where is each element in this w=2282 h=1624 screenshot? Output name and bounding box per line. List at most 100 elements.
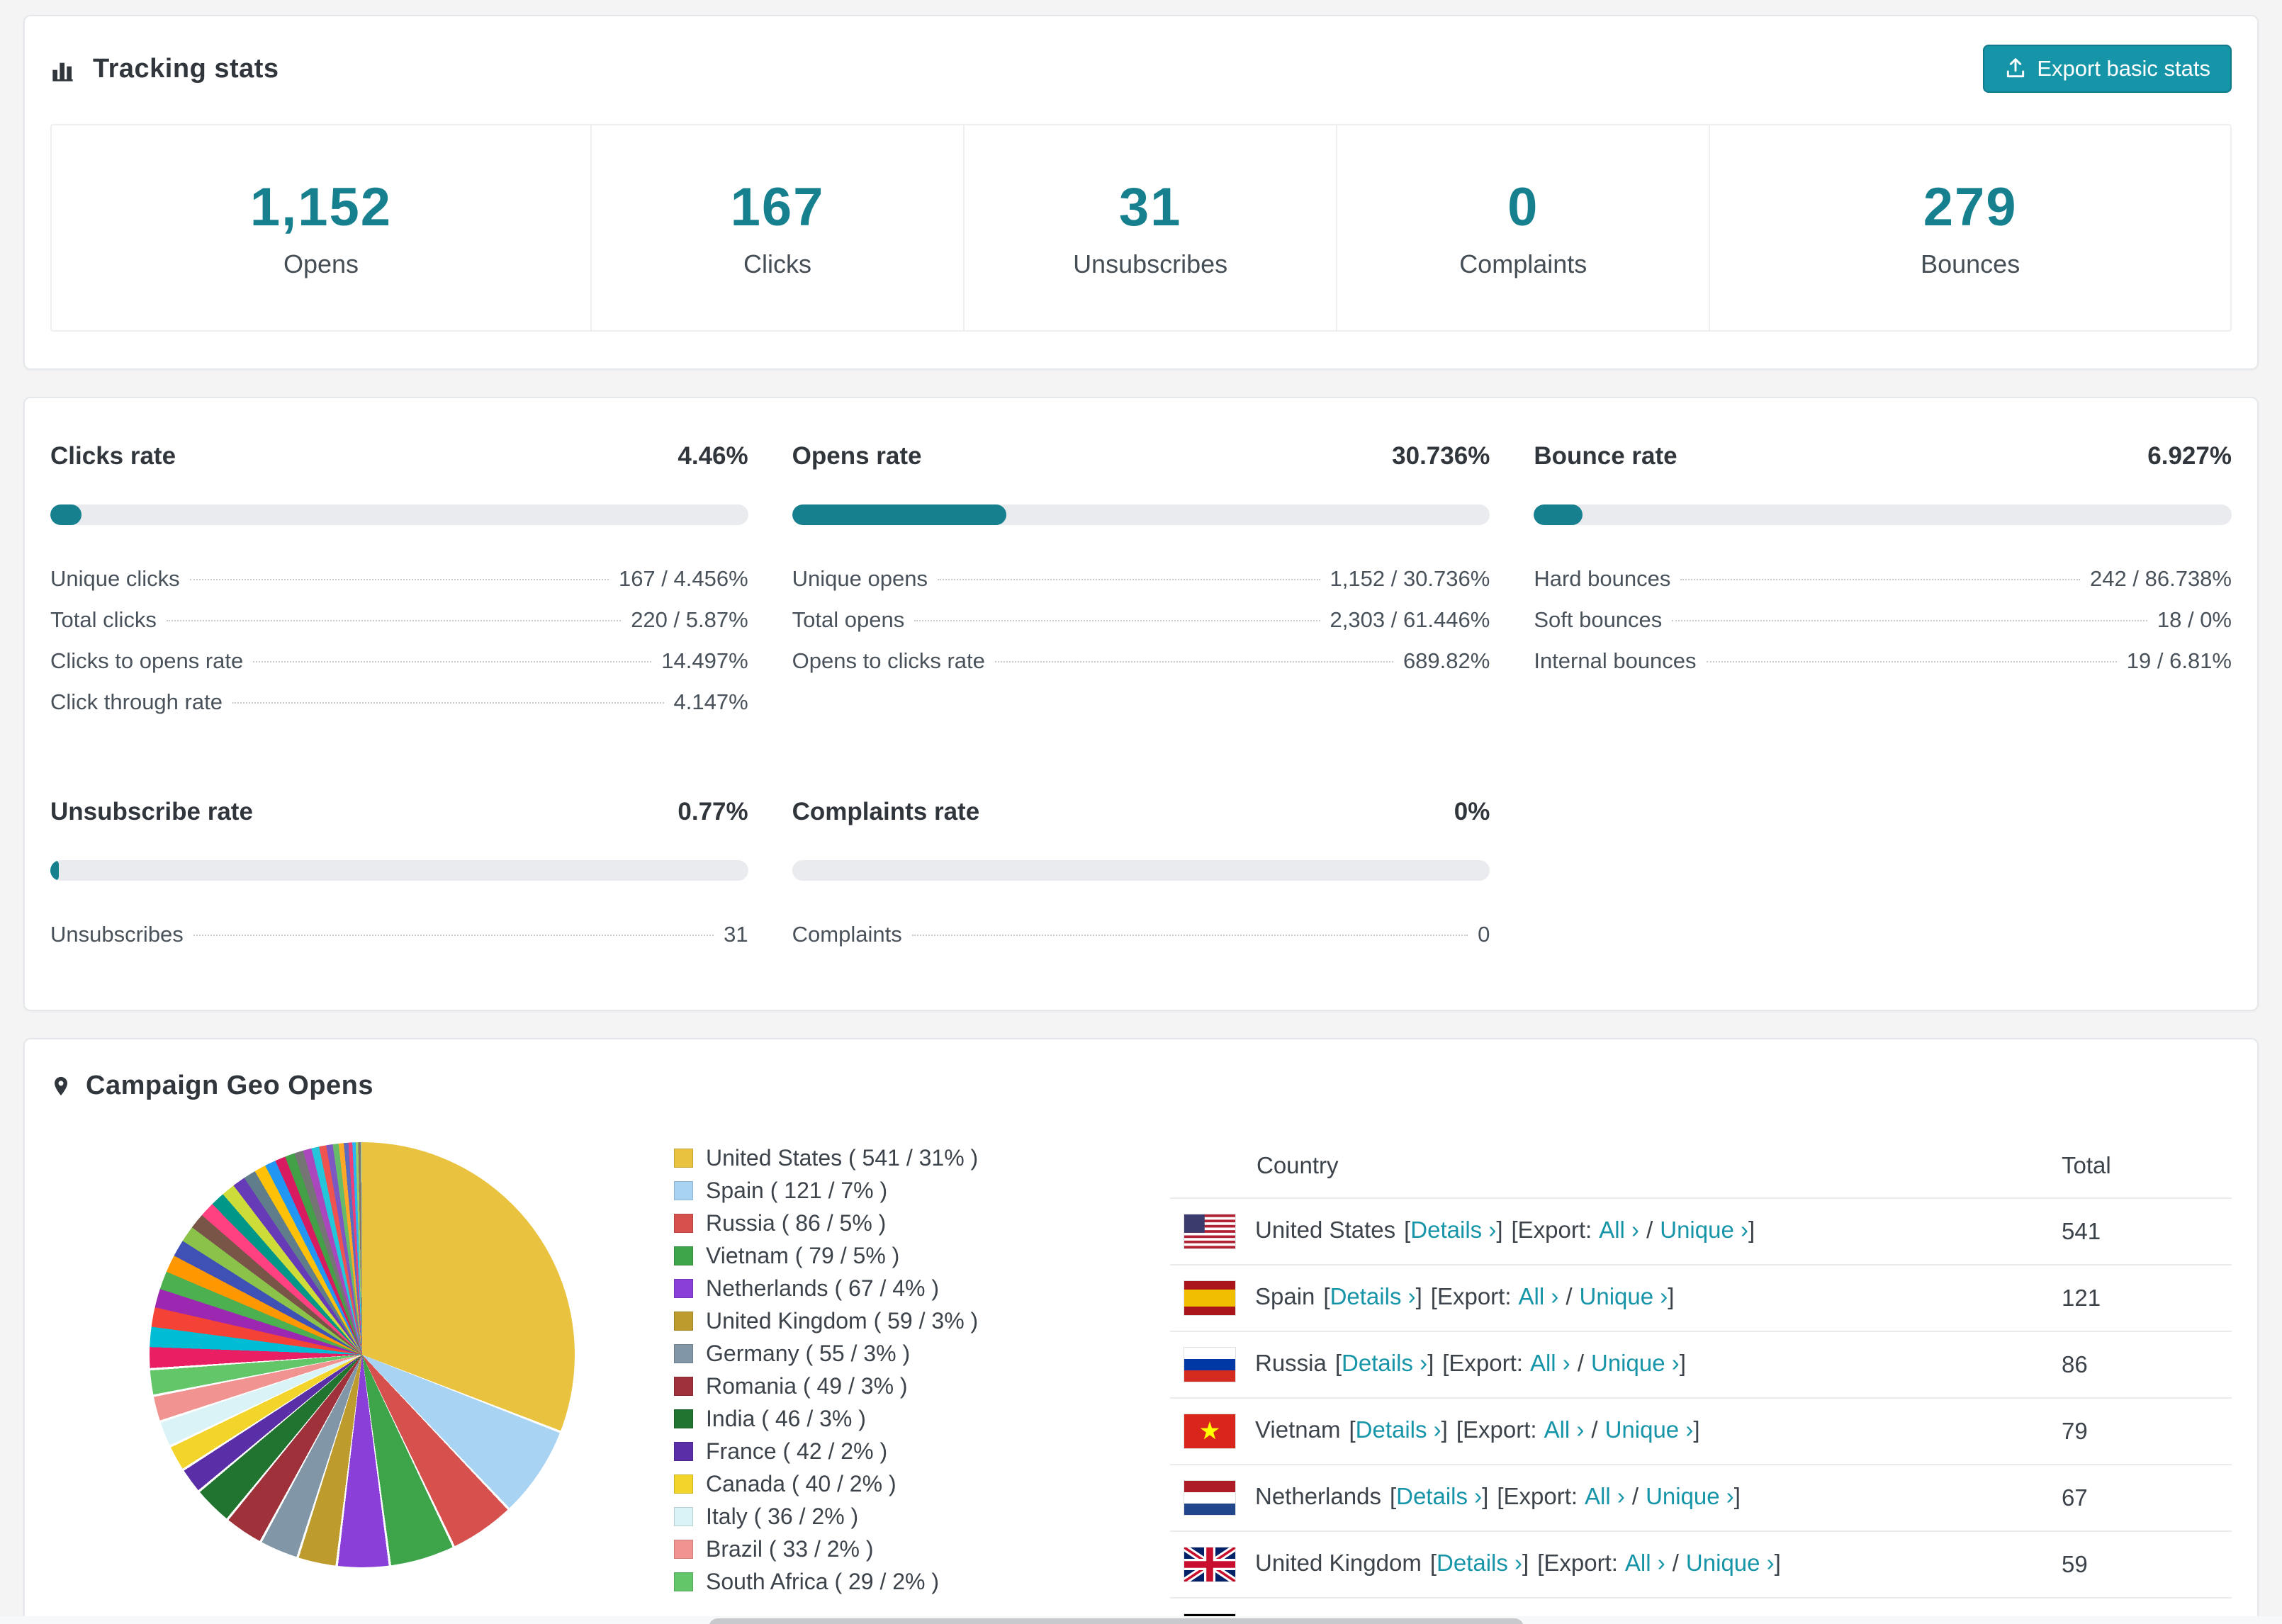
es-flag-icon xyxy=(1184,1281,1235,1315)
table-row-united-kingdom: United Kingdom [Details ›] [Export: All › / U… xyxy=(1170,1531,2232,1598)
rate-row-value: 18 / 0% xyxy=(2157,607,2232,632)
rate-title: Opens rate xyxy=(792,442,922,470)
table-row-russia: Russia [Details ›] [Export: All › / Unique ›]… xyxy=(1170,1331,2232,1399)
bracket-close: ] xyxy=(1668,1282,1675,1309)
bracket-close: ] xyxy=(1427,1349,1434,1376)
horizontal-scrollbar-thumb[interactable] xyxy=(709,1618,1524,1624)
legend-label: South Africa ( 29 / 2% ) xyxy=(706,1569,940,1594)
rate-row-hard-bounces: Hard bounces 242 / 86.738% xyxy=(1534,566,2232,607)
legend-label: France ( 42 / 2% ) xyxy=(706,1438,888,1464)
rate-row-value: 4.147% xyxy=(673,689,748,714)
stat-value: 31 xyxy=(1118,177,1182,237)
tracking-stats-title: Tracking stats xyxy=(93,53,279,84)
bracket-close: ] xyxy=(1774,1549,1781,1576)
rate-percent: 30.736% xyxy=(1392,442,1490,470)
rate-row-value: 167 / 4.456% xyxy=(618,566,748,591)
stat-value: 279 xyxy=(1923,177,2018,237)
country-name: United States xyxy=(1255,1216,1396,1243)
export-unique-link[interactable]: Unique › xyxy=(1646,1483,1734,1509)
details-link[interactable]: Details › xyxy=(1330,1283,1416,1309)
export-all-link[interactable]: All › xyxy=(1519,1283,1559,1309)
bracket-open: [ xyxy=(1404,1216,1411,1243)
details-link[interactable]: Details › xyxy=(1410,1217,1496,1243)
export-unique-link[interactable]: Unique › xyxy=(1591,1350,1680,1376)
rate-row-value: 1,152 / 30.736% xyxy=(1330,566,1490,591)
progress-bar-fill xyxy=(50,504,82,525)
details-link-group: [Details ›] xyxy=(1323,1283,1422,1309)
details-link[interactable]: Details › xyxy=(1396,1483,1482,1509)
rate-percent: 6.927% xyxy=(2147,442,2232,470)
export-all-link[interactable]: All › xyxy=(1599,1217,1639,1243)
rate-title: Clicks rate xyxy=(50,442,176,470)
export-all-link[interactable]: All › xyxy=(1585,1483,1625,1509)
rate-row-soft-bounces: Soft bounces 18 / 0% xyxy=(1534,607,2232,648)
gb-flag-icon xyxy=(1184,1547,1235,1581)
rate-percent: 0.77% xyxy=(678,798,748,825)
export-links-group: [Export: All › / Unique ›] xyxy=(1431,1283,1675,1309)
stat-bounces: 279 Bounces xyxy=(1709,125,2230,330)
map-pin-icon xyxy=(50,1071,72,1101)
bracket-open: [ xyxy=(1334,1349,1342,1376)
horizontal-scrollbar-track[interactable] xyxy=(0,1616,2282,1624)
legend-item-india: India ( 46 / 3% ) xyxy=(674,1406,1170,1432)
geo-table: Country Total United States [Details ›] [E… xyxy=(1170,1134,2232,1624)
rate-row-value: 689.82% xyxy=(1403,648,1490,673)
slash-separator: / xyxy=(1566,1282,1573,1309)
legend-label: Italy ( 36 / 2% ) xyxy=(706,1504,859,1529)
progress-bar-fill xyxy=(50,860,59,881)
legend-swatch xyxy=(674,1181,693,1200)
stat-clicks: 167 Clicks xyxy=(590,125,963,330)
export-all-link[interactable]: All › xyxy=(1544,1416,1585,1443)
rate-row-opens-to-clicks-rate: Opens to clicks rate 689.82% xyxy=(792,648,1490,689)
rate-section-bounce-rate: Bounce rate 6.927% Hard bounces 242 / 86.73… xyxy=(1534,442,2232,731)
bracket-close: ] xyxy=(1415,1282,1422,1309)
export-links-group: [Export: All › / Unique ›] xyxy=(1442,1350,1686,1376)
export-all-link[interactable]: All › xyxy=(1625,1550,1665,1576)
rate-row-click-through-rate: Click through rate 4.147% xyxy=(50,689,748,731)
details-link-group: [Details ›] xyxy=(1335,1350,1434,1376)
export-prefix: [Export: xyxy=(1511,1216,1592,1243)
total-cell: 121 xyxy=(2062,1265,2232,1332)
geo-pie-wrap xyxy=(50,1134,674,1624)
rate-section-header: Clicks rate 4.46% xyxy=(50,442,748,470)
legend-item-germany: Germany ( 55 / 3% ) xyxy=(674,1341,1170,1367)
rate-title: Complaints rate xyxy=(792,798,980,825)
export-unique-link[interactable]: Unique › xyxy=(1660,1217,1748,1243)
export-unique-link[interactable]: Unique › xyxy=(1686,1550,1775,1576)
rate-row-internal-bounces: Internal bounces 19 / 6.81% xyxy=(1534,648,2232,689)
export-all-link[interactable]: All › xyxy=(1530,1350,1570,1376)
stat-label: Clicks xyxy=(743,249,811,278)
export-unique-link[interactable]: Unique › xyxy=(1605,1416,1694,1443)
rate-row-unsubscribes: Unsubscribes 31 xyxy=(50,922,748,963)
details-link[interactable]: Details › xyxy=(1342,1350,1427,1376)
country-name: Russia xyxy=(1255,1349,1327,1376)
dotted-leader xyxy=(994,661,1393,662)
bracket-open: [ xyxy=(1323,1282,1330,1309)
details-link[interactable]: Details › xyxy=(1356,1416,1441,1443)
dotted-leader xyxy=(189,579,609,580)
rate-row-value: 14.497% xyxy=(661,648,748,673)
tracking-stats-header-left: Tracking stats xyxy=(50,54,279,84)
rate-row-value: 242 / 86.738% xyxy=(2090,566,2232,591)
country-cell: Netherlands [Details ›] [Export: All › / Uniq… xyxy=(1170,1465,2062,1532)
dotted-leader xyxy=(193,935,714,936)
rate-row-total-opens: Total opens 2,303 / 61.446% xyxy=(792,607,1490,648)
geo-body: United States ( 541 / 31% ) Spain ( 121 /… xyxy=(50,1134,2232,1624)
geo-opens-pie-chart[interactable] xyxy=(150,1142,575,1567)
stat-label: Opens xyxy=(283,249,359,278)
bracket-close: ] xyxy=(1748,1216,1755,1243)
rate-row-label: Unique clicks xyxy=(50,566,180,591)
progress-bar xyxy=(792,860,1490,881)
rate-percent: 4.46% xyxy=(678,442,748,470)
details-link[interactable]: Details › xyxy=(1437,1550,1522,1576)
rate-row-label: Complaints xyxy=(792,922,902,947)
legend-swatch xyxy=(674,1344,693,1363)
rate-section-opens-rate: Opens rate 30.736% Unique opens 1,152 / 30.… xyxy=(792,442,1490,731)
export-basic-stats-button[interactable]: Export basic stats xyxy=(1983,45,2232,93)
bracket-open: [ xyxy=(1349,1416,1356,1443)
slash-separator: / xyxy=(1646,1216,1653,1243)
geo-legend: United States ( 541 / 31% ) Spain ( 121 /… xyxy=(674,1134,1170,1624)
dotted-leader xyxy=(253,661,652,662)
export-unique-link[interactable]: Unique › xyxy=(1580,1283,1668,1309)
stat-complaints: 0 Complaints xyxy=(1336,125,1709,330)
